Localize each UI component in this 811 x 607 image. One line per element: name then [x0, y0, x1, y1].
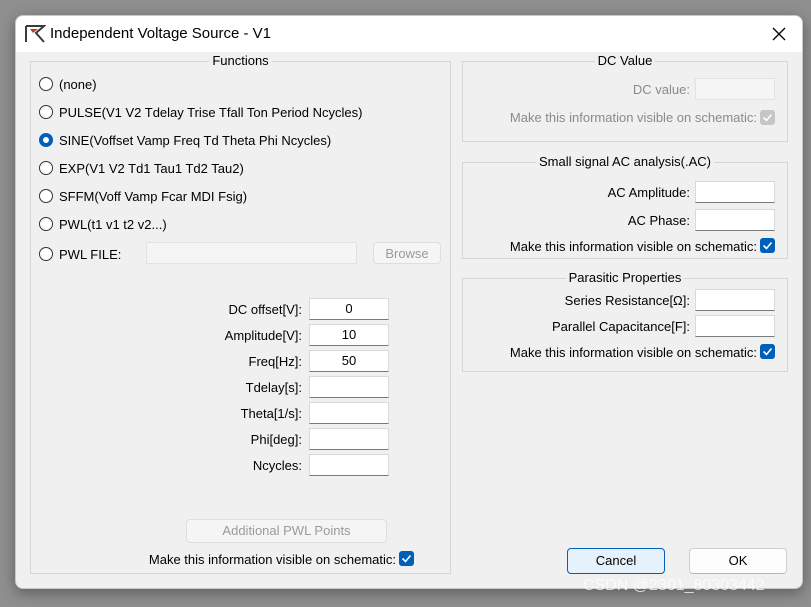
close-icon [772, 27, 786, 41]
browse-button[interactable]: Browse [373, 242, 441, 264]
param-label-theta: Theta[1/s]: [240, 406, 302, 421]
watermark: CSDN @2301_80303442 [583, 577, 765, 594]
radio-label: SFFM(Voff Vamp Fcar MDI Fsig) [59, 188, 248, 204]
radio-button[interactable] [39, 247, 53, 261]
param-label-freq: Freq[Hz]: [248, 354, 302, 369]
theta-input[interactable] [309, 402, 389, 424]
parasitic-group: Parasitic Properties Series Resistance[Ω… [462, 270, 788, 372]
param-label-dc-offset: DC offset[V]: [228, 302, 302, 317]
radio-label: EXP(V1 V2 Td1 Tau1 Td2 Tau2) [59, 160, 244, 176]
radio-sine[interactable]: SINE(Voffset Vamp Freq Td Theta Phi Ncyc… [39, 130, 331, 150]
ac-phase-input[interactable] [695, 209, 775, 231]
additional-pwl-points-button[interactable]: Additional PWL Points [186, 519, 387, 543]
amplitude-input[interactable]: 10 [309, 324, 389, 346]
functions-visible-checkbox[interactable] [399, 551, 414, 566]
radio-pwl-file[interactable]: PWL FILE: [39, 244, 121, 264]
checkmark-icon [762, 347, 773, 356]
checkmark-icon [401, 554, 412, 563]
parallel-capacitance-input[interactable] [695, 315, 775, 337]
series-resistance-label: Series Resistance[Ω]: [564, 293, 690, 308]
functions-visible-label: Make this information visible on schemat… [148, 552, 396, 567]
radio-label: (none) [59, 76, 97, 92]
functions-group-title: Functions [209, 53, 272, 68]
ac-visible-checkbox[interactable] [760, 238, 775, 253]
radio-button[interactable] [39, 161, 53, 175]
parallel-capacitance-label: Parallel Capacitance[F]: [551, 319, 690, 334]
param-label-tdelay: Tdelay[s]: [245, 380, 302, 395]
ac-amplitude-input[interactable] [695, 181, 775, 203]
ac-phase-label: AC Phase: [627, 213, 690, 228]
radio-label: PULSE(V1 V2 Tdelay Trise Tfall Ton Perio… [59, 104, 363, 120]
ac-amplitude-label: AC Amplitude: [607, 185, 690, 200]
title-bar[interactable]: Independent Voltage Source - V1 [16, 16, 802, 52]
ac-analysis-group: Small signal AC analysis(.AC) AC Amplitu… [462, 154, 788, 259]
dc-visible-label: Make this information visible on schemat… [509, 110, 757, 125]
radio-label: SINE(Voffset Vamp Freq Td Theta Phi Ncyc… [59, 132, 332, 148]
functions-group: Functions (none) PULSE(V1 V2 Tdelay Tris… [30, 53, 451, 574]
parasitic-group-title: Parasitic Properties [565, 270, 685, 285]
window-title: Independent Voltage Source - V1 [50, 25, 272, 42]
radio-button[interactable] [39, 217, 53, 231]
dc-value-input[interactable] [695, 78, 775, 100]
radio-button[interactable] [39, 189, 53, 203]
series-resistance-input[interactable] [695, 289, 775, 311]
radio-sffm[interactable]: SFFM(Voff Vamp Fcar MDI Fsig) [39, 186, 247, 206]
radio-pulse[interactable]: PULSE(V1 V2 Tdelay Trise Tfall Ton Perio… [39, 102, 362, 122]
close-button[interactable] [756, 16, 802, 52]
radio-pwl[interactable]: PWL(t1 v1 t2 v2...) [39, 214, 167, 234]
radio-none[interactable]: (none) [39, 74, 97, 94]
dc-value-label: DC value: [632, 82, 690, 97]
cancel-button[interactable]: Cancel [567, 548, 665, 574]
ltspice-app-icon [24, 24, 47, 44]
ok-button[interactable]: OK [689, 548, 787, 574]
radio-button[interactable] [39, 77, 53, 91]
dc-visible-checkbox[interactable] [760, 110, 775, 125]
phi-input[interactable] [309, 428, 389, 450]
radio-button-selected[interactable] [39, 133, 53, 147]
radio-label: PWL(t1 v1 t2 v2...) [59, 216, 167, 232]
parasitic-visible-label: Make this information visible on schemat… [509, 345, 757, 360]
ncycles-input[interactable] [309, 454, 389, 476]
radio-button[interactable] [39, 105, 53, 119]
freq-input[interactable]: 50 [309, 350, 389, 372]
voltage-source-dialog: Independent Voltage Source - V1 Function… [15, 15, 803, 589]
param-label-ncycles: Ncycles: [252, 458, 302, 473]
dc-value-group-title: DC Value [594, 53, 656, 68]
tdelay-input[interactable] [309, 376, 389, 398]
radio-label: PWL FILE: [59, 246, 122, 262]
checkmark-icon [762, 113, 773, 122]
ac-visible-label: Make this information visible on schemat… [509, 239, 757, 254]
radio-exp[interactable]: EXP(V1 V2 Td1 Tau1 Td2 Tau2) [39, 158, 244, 178]
parasitic-visible-checkbox[interactable] [760, 344, 775, 359]
param-label-amplitude: Amplitude[V]: [224, 328, 302, 343]
pwl-file-input[interactable] [146, 242, 357, 264]
ac-analysis-group-title: Small signal AC analysis(.AC) [536, 154, 714, 169]
checkmark-icon [762, 241, 773, 250]
dc-value-group: DC Value DC value: Make this information… [462, 53, 788, 142]
param-label-phi: Phi[deg]: [250, 432, 302, 447]
dc-offset-input[interactable]: 0 [309, 298, 389, 320]
